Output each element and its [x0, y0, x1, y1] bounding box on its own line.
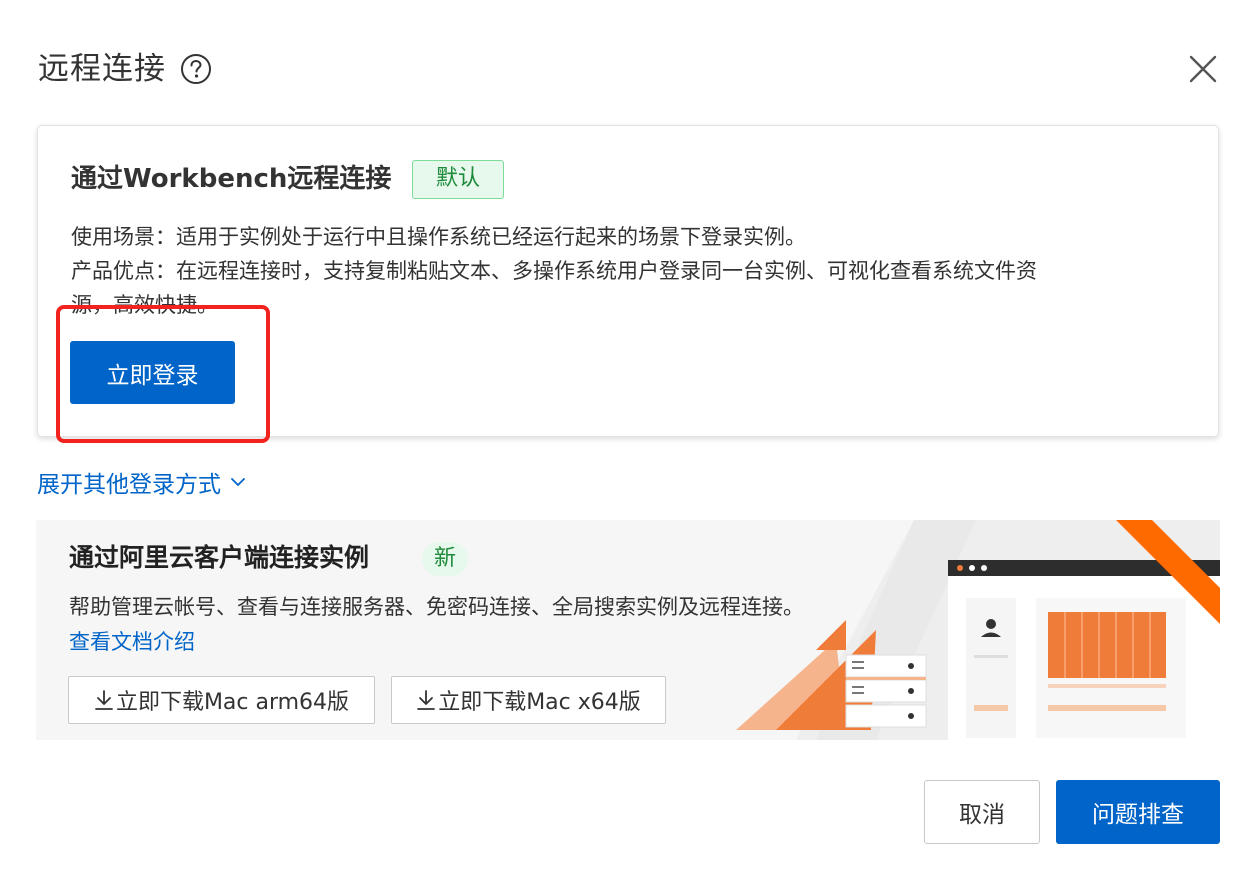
- client-promo-panel: 通过阿里云客户端连接实例 新 帮助管理云帐号、查看与连接服务器、免密码连接、全局…: [36, 520, 1220, 740]
- troubleshoot-button[interactable]: 问题排查: [1056, 780, 1220, 844]
- dialog-title: 远程连接: [38, 51, 166, 87]
- advantages-text-line1: 产品优点：在远程连接时，支持复制粘贴文本、多操作系统用户登录同一台实例、可视化查…: [71, 259, 1037, 283]
- recommended-ribbon: [1116, 520, 1220, 624]
- question-circle-icon[interactable]: [180, 53, 212, 85]
- download-x64-label: 立即下载Mac x64版: [438, 690, 641, 715]
- download-mac-arm64-button[interactable]: 立即下载Mac arm64版: [68, 676, 375, 724]
- annotation-highlight-box: [56, 305, 270, 443]
- new-badge: 新: [422, 542, 468, 576]
- download-icon: [95, 690, 113, 710]
- recommended-ribbon-label: 推荐: [1115, 18, 1163, 66]
- usage-scenario-text: 使用场景：适用于实例处于运行中且操作系统已经运行起来的场景下登录实例。: [71, 225, 806, 249]
- download-arm64-label: 立即下载Mac arm64版: [115, 690, 350, 715]
- cancel-button[interactable]: 取消: [924, 780, 1040, 844]
- close-icon[interactable]: [1188, 54, 1218, 84]
- download-mac-x64-button[interactable]: 立即下载Mac x64版: [391, 676, 666, 724]
- chevron-down-icon: [231, 478, 245, 486]
- default-badge: 默认: [412, 160, 504, 199]
- expand-link-label: 展开其他登录方式: [37, 472, 221, 498]
- client-promo-title: 通过阿里云客户端连接实例: [69, 543, 370, 572]
- view-docs-link[interactable]: 查看文档介绍: [69, 625, 195, 659]
- download-icon: [417, 690, 436, 710]
- card-title: 通过Workbench远程连接: [71, 164, 392, 194]
- expand-other-login-methods-link[interactable]: 展开其他登录方式: [37, 468, 245, 502]
- client-promo-description: 帮助管理云帐号、查看与连接服务器、免密码连接、全局搜索实例及远程连接。: [69, 595, 804, 619]
